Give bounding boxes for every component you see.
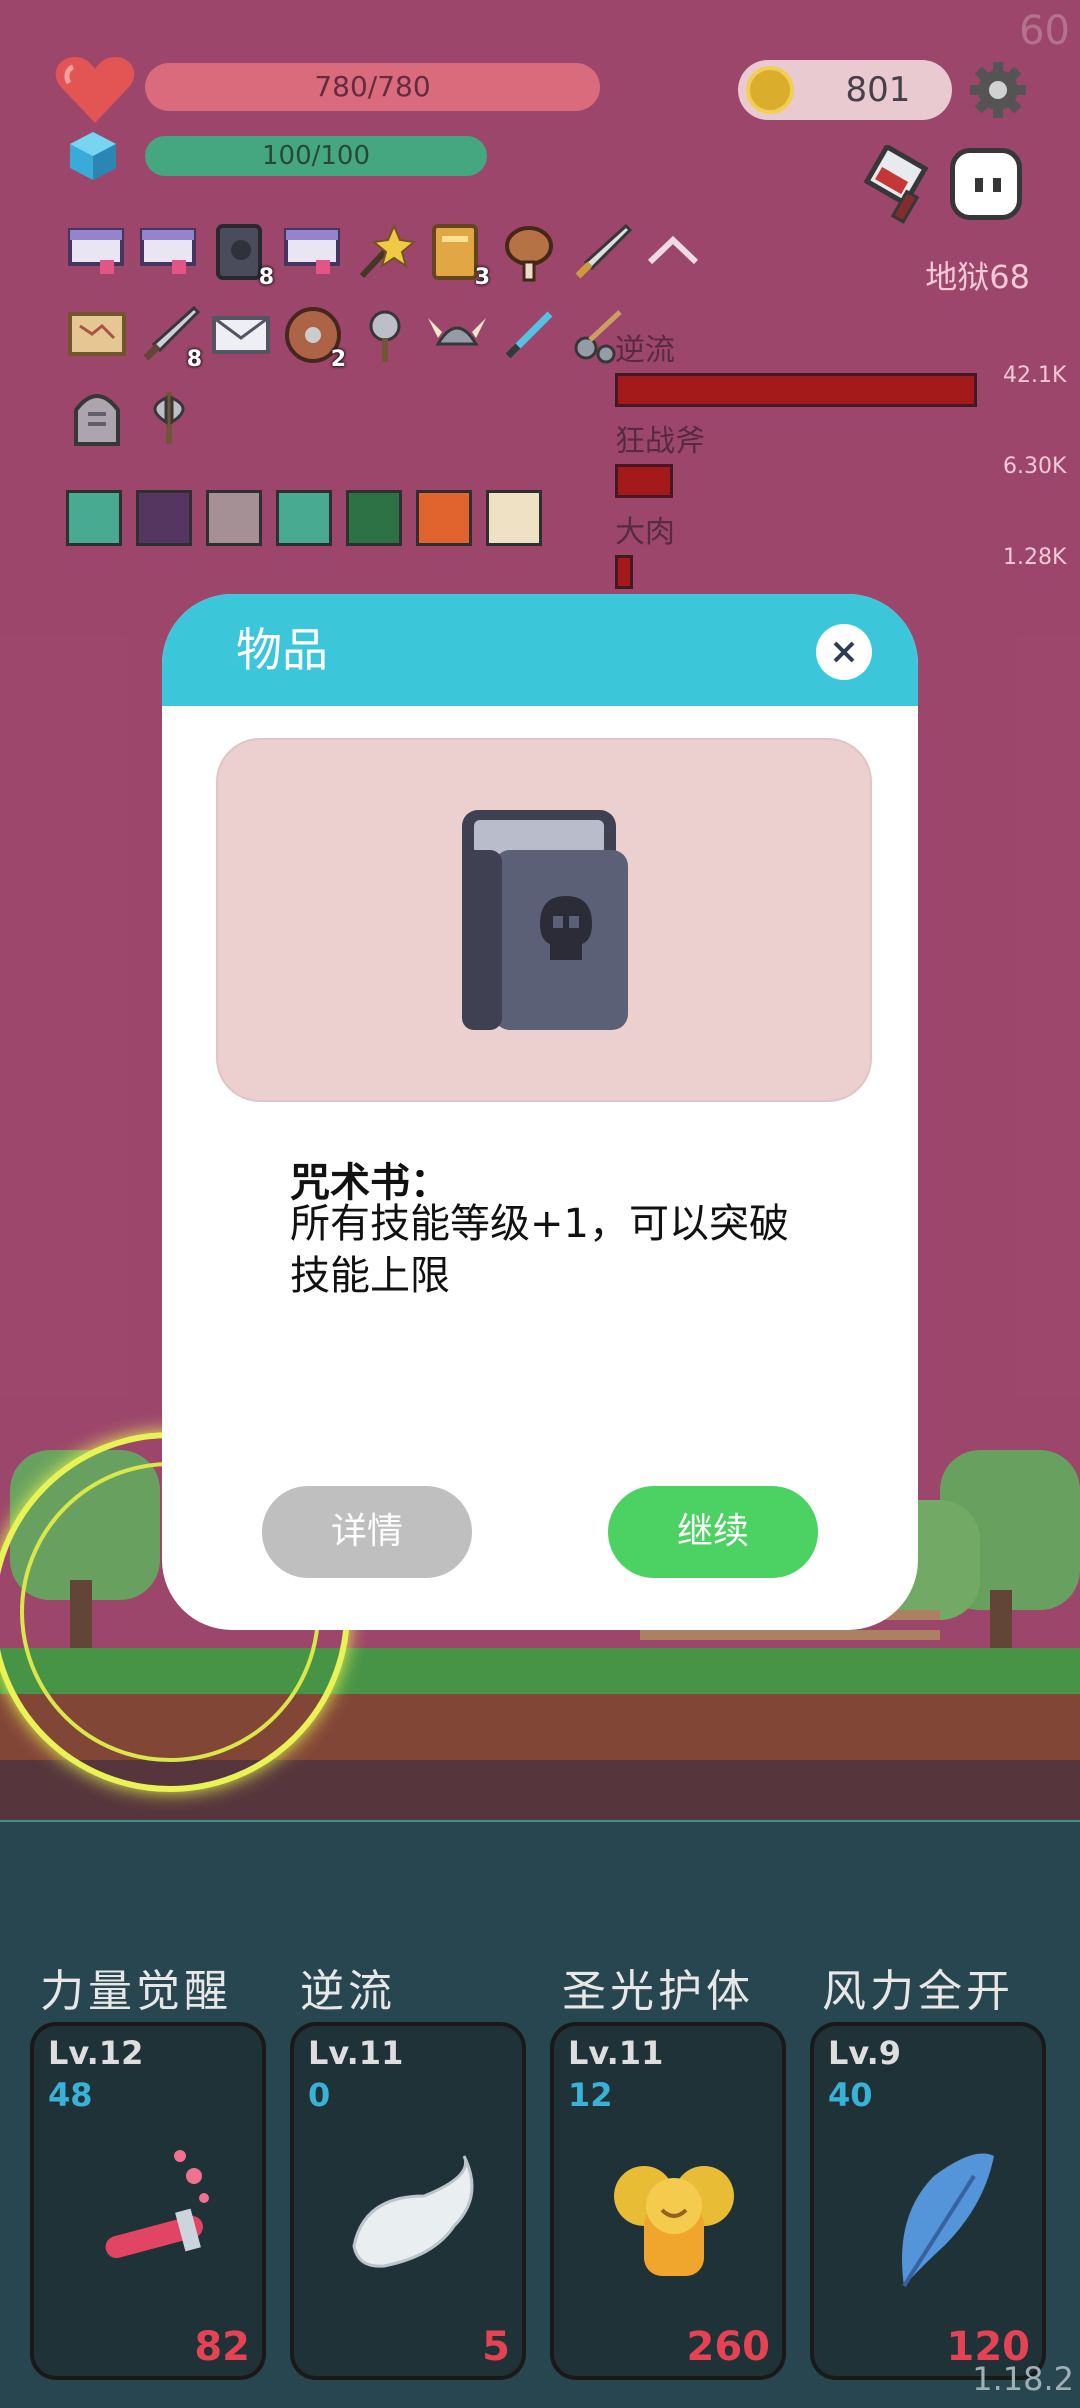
- modal-title: 物品: [236, 623, 328, 677]
- skull-book-icon: [462, 810, 628, 1030]
- details-button[interactable]: 详情: [262, 1486, 472, 1578]
- continue-button[interactable]: 继续: [608, 1486, 818, 1578]
- item-modal: 物品 咒术书： 所有技能等级+1，可以突破技能上限 详情 继续: [162, 594, 918, 1630]
- close-icon: [833, 641, 855, 663]
- item-preview-panel: [216, 738, 872, 1102]
- close-button[interactable]: [816, 624, 872, 680]
- modal-header: 物品: [162, 594, 918, 706]
- item-description: 所有技能等级+1，可以突破技能上限: [290, 1201, 789, 1299]
